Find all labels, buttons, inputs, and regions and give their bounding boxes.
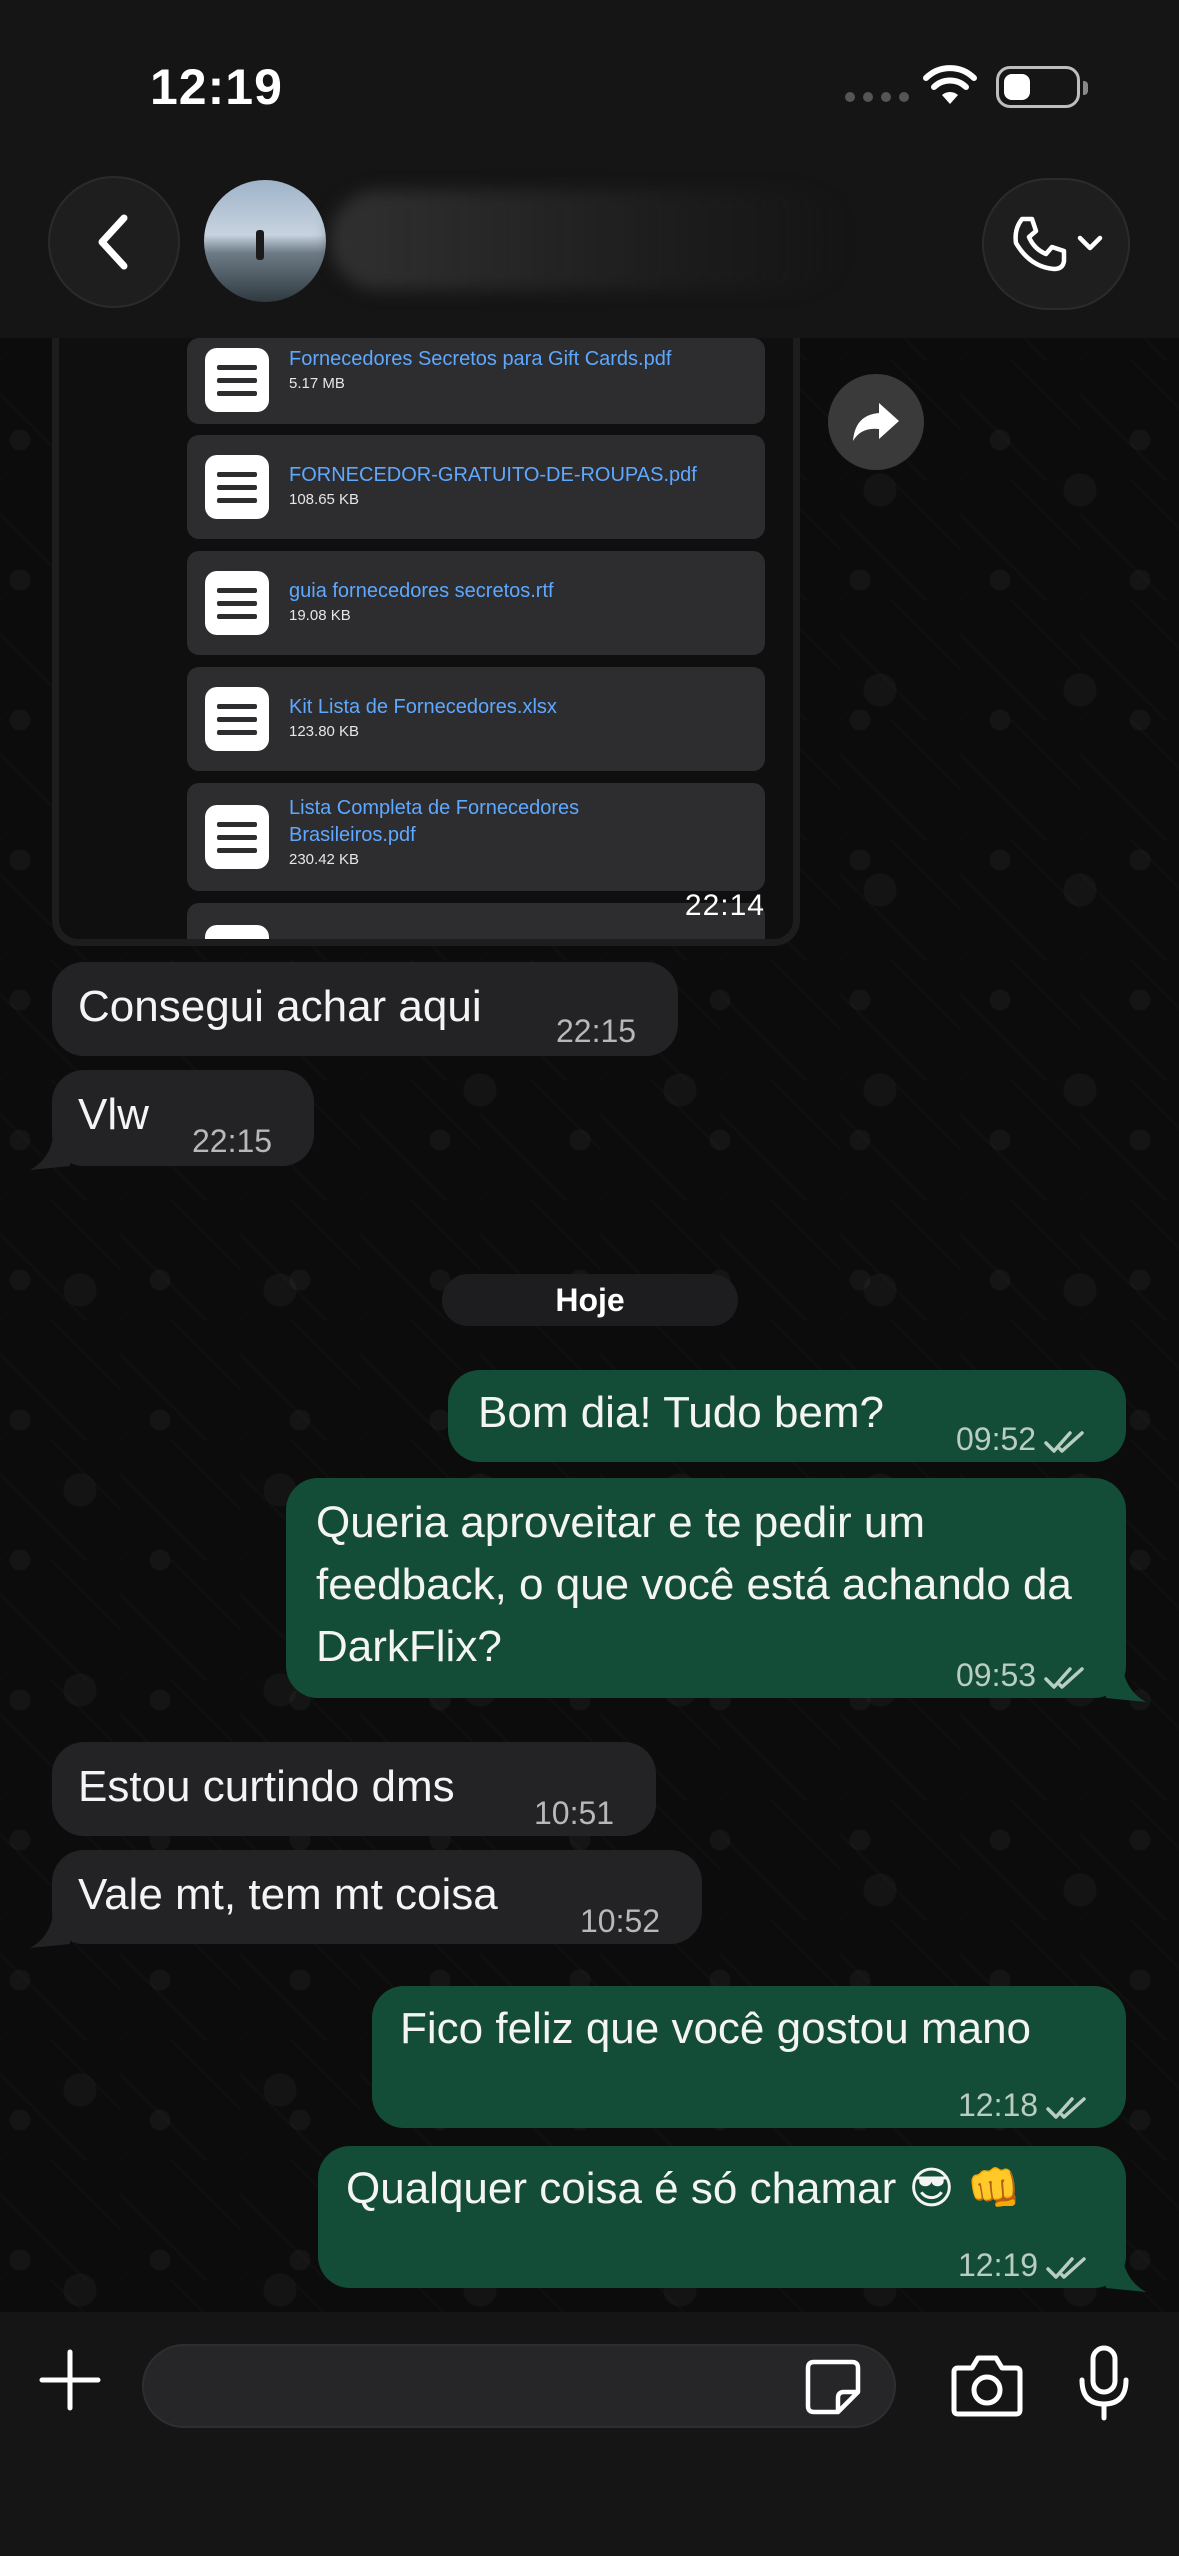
phone-icon	[1013, 216, 1067, 272]
date-separator: Hoje	[442, 1274, 738, 1326]
document-name: FORNECEDOR-GRATUITO-DE-ROUPAS.pdf	[289, 464, 697, 486]
message-time: 10:51	[534, 1795, 615, 1831]
call-button[interactable]	[982, 178, 1130, 310]
double-check-icon	[1044, 1430, 1084, 1453]
document-size: 108.65 KB	[289, 491, 360, 508]
message-time: 09:52	[956, 1410, 1088, 1468]
document-name: Kit Lista de Fornecedores.xlsx	[289, 696, 557, 718]
bubble-tail	[30, 1130, 70, 1170]
forward-button[interactable]	[828, 374, 924, 470]
document-item[interactable]: Kit Lista de Fornecedores.xlsx 123.80 KB	[187, 667, 765, 771]
document-size: 5.17 MB	[289, 375, 345, 392]
document-item-partial[interactable]	[187, 903, 765, 939]
document-icon	[205, 348, 269, 412]
message-time: 22:15	[192, 1123, 273, 1159]
message-time: 09:53	[956, 1646, 1088, 1704]
plus-icon[interactable]	[38, 2348, 102, 2412]
document-icon	[205, 571, 269, 635]
document-size: 123.80 KB	[289, 723, 360, 740]
document-name: Fornecedores Secretos para Gift Cards.pd…	[289, 348, 672, 370]
outgoing-message[interactable]: Qualquer coisa é só chamar 😎 👊 12:19	[318, 2146, 1126, 2288]
contact-name[interactable]	[330, 190, 850, 290]
document-icon	[205, 805, 269, 869]
contact-avatar[interactable]	[204, 180, 326, 302]
document-name: guia fornecedores secretos.rtf	[289, 580, 554, 602]
status-bar: 12:19	[0, 0, 1179, 150]
double-check-icon	[1046, 2256, 1086, 2279]
document-item[interactable]: FORNECEDOR-GRATUITO-DE-ROUPAS.pdf 108.65…	[187, 435, 765, 539]
incoming-message[interactable]: Vlw 22:15	[52, 1070, 314, 1166]
message-text: Fico feliz que você gostou mano	[400, 2004, 1032, 2053]
message-text: Vlw	[78, 1090, 149, 1139]
documents-message[interactable]: Fornecedores Secretos para Gift Cards.pd…	[52, 338, 800, 946]
outgoing-message[interactable]: Queria aproveitar e te pedir um feedback…	[286, 1478, 1126, 1698]
message-text: Bom dia! Tudo bem?	[478, 1388, 885, 1437]
cellular-signal-icon	[845, 92, 909, 102]
message-time: 12:18	[958, 2076, 1090, 2134]
message-input[interactable]	[142, 2344, 896, 2428]
chat-header	[0, 150, 1179, 338]
message-text: Consegui achar aqui	[78, 982, 482, 1031]
double-check-icon	[1046, 2096, 1086, 2119]
message-text: Qualquer coisa é só chamar 😎 👊	[346, 2164, 1022, 2213]
double-check-icon	[1044, 1666, 1084, 1689]
document-item[interactable]: Fornecedores Secretos para Gift Cards.pd…	[187, 338, 765, 424]
message-text: Vale mt, tem mt coisa	[78, 1870, 498, 1919]
back-button[interactable]	[48, 176, 180, 308]
document-icon	[205, 925, 269, 939]
document-icon	[205, 687, 269, 751]
message-time: 10:52	[580, 1903, 661, 1939]
outgoing-message[interactable]: Fico feliz que você gostou mano 12:18	[372, 1986, 1126, 2128]
battery-icon	[996, 66, 1088, 108]
incoming-message[interactable]: Estou curtindo dms 10:51	[52, 1742, 656, 1836]
bubble-tail	[1106, 1662, 1146, 1702]
forward-icon	[853, 403, 899, 441]
bubble-tail	[1106, 2252, 1146, 2292]
document-size: 230.42 KB	[289, 851, 360, 868]
status-time: 12:19	[150, 59, 283, 115]
message-time: 22:15	[556, 1013, 637, 1049]
outgoing-message[interactable]: Bom dia! Tudo bem? 09:52	[448, 1370, 1126, 1462]
document-icon	[205, 455, 269, 519]
document-size: 19.08 KB	[289, 607, 351, 624]
wifi-icon	[923, 65, 977, 104]
document-item[interactable]: guia fornecedores secretos.rtf 19.08 KB	[187, 551, 765, 655]
document-name: Lista Completa de Fornecedores Brasileir…	[289, 797, 580, 846]
sticker-icon[interactable]	[804, 2358, 862, 2416]
message-text: Estou curtindo dms	[78, 1762, 455, 1811]
message-time: 22:14	[684, 889, 765, 922]
document-item[interactable]: Lista Completa de Fornecedores Brasileir…	[187, 783, 765, 891]
bubble-tail	[30, 1908, 70, 1948]
chevron-down-icon	[1077, 235, 1103, 251]
message-time: 12:19	[958, 2236, 1090, 2294]
chevron-left-icon	[98, 214, 128, 270]
microphone-icon[interactable]	[1076, 2344, 1132, 2424]
camera-icon[interactable]	[950, 2352, 1024, 2418]
incoming-message[interactable]: Vale mt, tem mt coisa 10:52	[52, 1850, 702, 1944]
incoming-message[interactable]: Consegui achar aqui 22:15	[52, 962, 678, 1056]
